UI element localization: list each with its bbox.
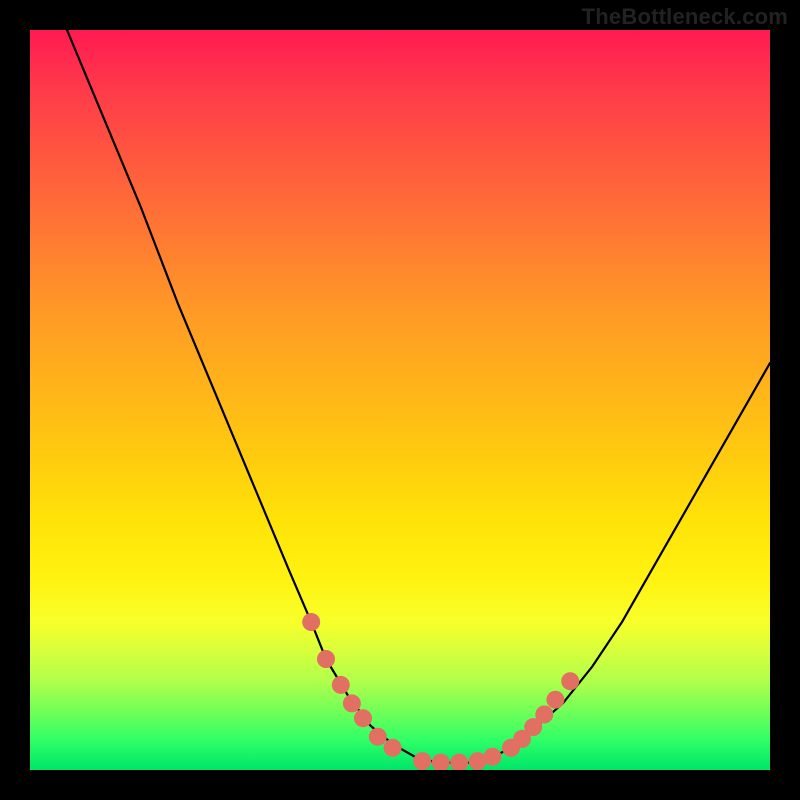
curve-marker	[332, 676, 350, 694]
bottleneck-curve-svg	[30, 30, 770, 770]
curve-marker	[369, 728, 387, 746]
curve-marker	[484, 748, 502, 766]
bottleneck-curve	[67, 30, 770, 763]
curve-marker	[343, 694, 361, 712]
curve-marker	[546, 691, 564, 709]
curve-marker	[432, 754, 450, 770]
curve-marker	[384, 739, 402, 757]
chart-container: TheBottleneck.com	[0, 0, 800, 800]
curve-marker	[413, 752, 431, 770]
watermark-text: TheBottleneck.com	[582, 4, 788, 30]
curve-marker	[317, 650, 335, 668]
curve-marker	[535, 706, 553, 724]
curve-marker	[561, 672, 579, 690]
curve-marker	[302, 613, 320, 631]
curve-marker	[354, 709, 372, 727]
curve-marker	[450, 754, 468, 770]
plot-area	[30, 30, 770, 770]
marker-layer	[302, 613, 579, 770]
